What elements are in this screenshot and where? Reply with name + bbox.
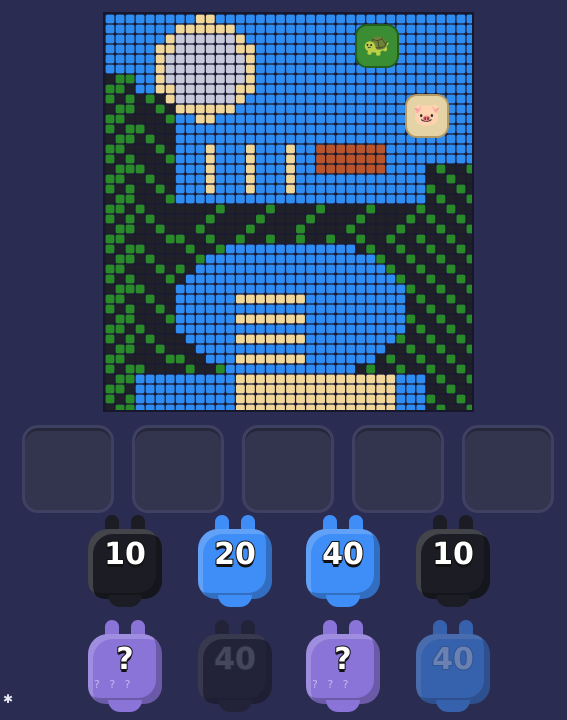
jar-count: ? (333, 641, 352, 678)
jar-mystery[interactable]: ? (88, 620, 162, 712)
jar-blue-20[interactable]: 20 (198, 515, 272, 607)
pixel-art-canvas (105, 14, 472, 410)
jar-mystery-2[interactable]: ? (306, 620, 380, 712)
slot-4[interactable] (352, 425, 444, 513)
slot-3[interactable] (242, 425, 334, 513)
jar-count: 40 (431, 641, 475, 678)
pig-icon[interactable]: 🐷 (405, 94, 449, 138)
jar-count: 40 (213, 641, 257, 678)
jar-black-40-locked: 40 (198, 620, 272, 712)
holding-slots (22, 425, 554, 517)
jar-count: 40 (321, 536, 365, 573)
jar-count: 10 (431, 536, 475, 573)
pixel-puzzle-board: 🐢 🐷 (103, 12, 474, 412)
slot-5[interactable] (462, 425, 554, 513)
jar-black-10b[interactable]: 10 (416, 515, 490, 607)
jar-count: 10 (103, 536, 147, 573)
jar-blue-40[interactable]: 40 (306, 515, 380, 607)
jar-count: ? (115, 641, 134, 678)
jar-black-10[interactable]: 10 (88, 515, 162, 607)
jar-blue-40-locked: 40 (416, 620, 490, 712)
turtle-icon[interactable]: 🐢 (355, 24, 399, 68)
slot-1[interactable] (22, 425, 114, 513)
jar-count: 20 (213, 536, 257, 573)
gear-icon[interactable]: ✱ (3, 693, 15, 705)
slot-2[interactable] (132, 425, 224, 513)
